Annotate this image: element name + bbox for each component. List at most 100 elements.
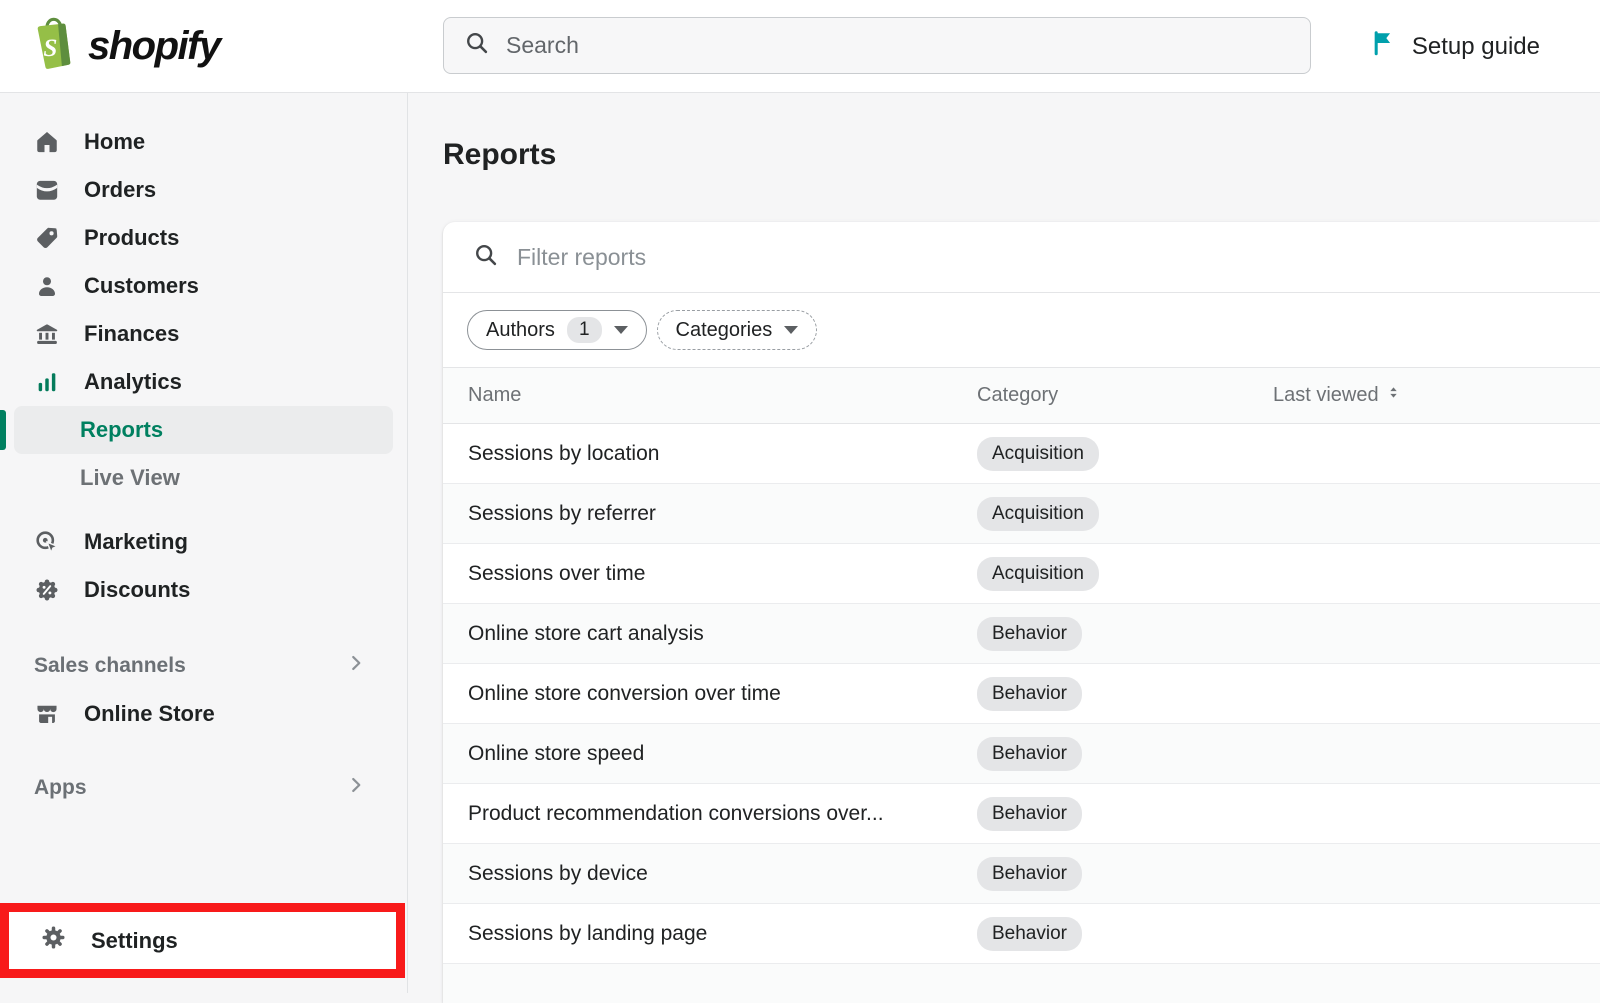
sidebar-item-label: Marketing (84, 529, 188, 555)
settings-label: Settings (91, 928, 178, 954)
column-header-name: Name (443, 384, 977, 407)
orders-icon (34, 177, 60, 203)
sidebar-item-finances[interactable]: Finances (0, 310, 407, 358)
setup-guide-button[interactable]: Setup guide (1370, 0, 1540, 93)
chevron-right-icon (345, 652, 367, 680)
report-table-body: Sessions by location Acquisition Session… (443, 424, 1600, 964)
marketing-icon (34, 529, 60, 555)
sidebar-item-orders[interactable]: Orders (0, 166, 407, 214)
filter-reports-input[interactable] (517, 244, 1417, 271)
table-row[interactable]: Sessions by device Behavior (443, 844, 1600, 904)
table-row[interactable]: Sessions by landing page Behavior (443, 904, 1600, 964)
sidebar-item-discounts[interactable]: Discounts (0, 566, 407, 614)
table-row[interactable]: Product recommendation conversions over.… (443, 784, 1600, 844)
shopify-wordmark: shopify (88, 24, 220, 69)
caret-down-icon (784, 326, 798, 334)
sidebar-item-products[interactable]: Products (0, 214, 407, 262)
sort-icon (1385, 384, 1402, 407)
category-badge: Behavior (977, 677, 1082, 711)
svg-text:S: S (43, 35, 57, 62)
sidebar-item-label: Home (84, 129, 145, 155)
sales-channels-section-header[interactable]: Sales channels (0, 642, 407, 690)
sidebar-item-label: Live View (80, 465, 180, 491)
sidebar-item-label: Products (84, 225, 179, 251)
sidebar-item-reports[interactable]: Reports (14, 406, 393, 454)
authors-count-badge: 1 (567, 317, 602, 343)
category-badge: Behavior (977, 737, 1082, 771)
topbar: S shopify Setup guide (0, 0, 1600, 93)
search-icon (464, 30, 490, 61)
sidebar-item-label: Customers (84, 273, 199, 299)
category-badge: Behavior (977, 797, 1082, 831)
analytics-icon (34, 369, 60, 395)
main-content: Reports Authors 1 Categories Name Catego… (408, 93, 1600, 993)
search-icon (473, 242, 499, 273)
report-name: Online store speed (443, 742, 977, 766)
report-name: Sessions by referrer (443, 502, 977, 526)
category-badge: Acquisition (977, 497, 1099, 531)
sidebar-item-customers[interactable]: Customers (0, 262, 407, 310)
report-name: Online store cart analysis (443, 622, 977, 646)
gear-icon (40, 924, 67, 957)
discounts-icon (34, 577, 60, 603)
filter-pills-row: Authors 1 Categories (443, 293, 1600, 367)
sidebar-item-label: Analytics (84, 369, 182, 395)
authors-filter-pill[interactable]: Authors 1 (467, 310, 647, 350)
category-badge: Behavior (977, 917, 1082, 951)
global-search-input[interactable] (506, 32, 1266, 59)
settings-button-highlighted[interactable]: Settings (0, 903, 405, 978)
partial-next-row (443, 964, 1600, 1003)
page-title: Reports (443, 138, 1600, 172)
reports-card: Authors 1 Categories Name Category Last … (443, 222, 1600, 1003)
table-row[interactable]: Sessions over time Acquisition (443, 544, 1600, 604)
table-row[interactable]: Sessions by location Acquisition (443, 424, 1600, 484)
section-label: Apps (34, 776, 87, 800)
category-badge: Behavior (977, 617, 1082, 651)
category-badge: Acquisition (977, 437, 1099, 471)
category-badge: Behavior (977, 857, 1082, 891)
report-name: Sessions by landing page (443, 922, 977, 946)
chevron-right-icon (345, 774, 367, 802)
finances-icon (34, 321, 60, 347)
section-label: Sales channels (34, 654, 186, 678)
sidebar-item-analytics[interactable]: Analytics (0, 358, 407, 406)
setup-guide-label: Setup guide (1412, 33, 1540, 61)
shopify-logo[interactable]: S shopify (30, 16, 220, 76)
flag-icon (1370, 29, 1398, 64)
column-header-last-viewed[interactable]: Last viewed (1273, 384, 1600, 407)
report-name: Sessions by device (443, 862, 977, 886)
sidebar-item-label: Finances (84, 321, 179, 347)
categories-filter-label: Categories (676, 319, 773, 342)
category-badge: Acquisition (977, 557, 1099, 591)
report-name: Product recommendation conversions over.… (443, 802, 977, 826)
customers-icon (34, 273, 60, 299)
categories-filter-pill[interactable]: Categories (657, 310, 818, 350)
sidebar-item-online-store[interactable]: Online Store (0, 690, 407, 738)
filter-reports-bar[interactable] (443, 222, 1600, 293)
report-name: Sessions by location (443, 442, 977, 466)
caret-down-icon (614, 326, 628, 334)
apps-section-header[interactable]: Apps (0, 764, 407, 812)
report-name: Online store conversion over time (443, 682, 977, 706)
authors-filter-label: Authors (486, 319, 555, 342)
sidebar-item-label: Discounts (84, 577, 190, 603)
table-row[interactable]: Online store conversion over time Behavi… (443, 664, 1600, 724)
sidebar-item-label: Reports (80, 417, 163, 443)
sidebar-item-label: Orders (84, 177, 156, 203)
report-name: Sessions over time (443, 562, 977, 586)
sidebar-item-home[interactable]: Home (0, 118, 407, 166)
home-icon (34, 129, 60, 155)
sidebar-item-live-view[interactable]: Live View (0, 454, 407, 502)
sidebar-nav: Home Orders Products Customers Finances (0, 93, 408, 993)
storefront-icon (34, 701, 60, 727)
sidebar-item-label: Online Store (84, 701, 215, 727)
table-row[interactable]: Online store cart analysis Behavior (443, 604, 1600, 664)
table-row[interactable]: Online store speed Behavior (443, 724, 1600, 784)
column-header-category: Category (977, 384, 1273, 407)
global-search-bar[interactable] (443, 17, 1311, 74)
sidebar-item-marketing[interactable]: Marketing (0, 518, 407, 566)
table-header-row: Name Category Last viewed (443, 367, 1600, 424)
table-row[interactable]: Sessions by referrer Acquisition (443, 484, 1600, 544)
shopify-bag-icon: S (30, 16, 78, 76)
products-icon (34, 225, 60, 251)
